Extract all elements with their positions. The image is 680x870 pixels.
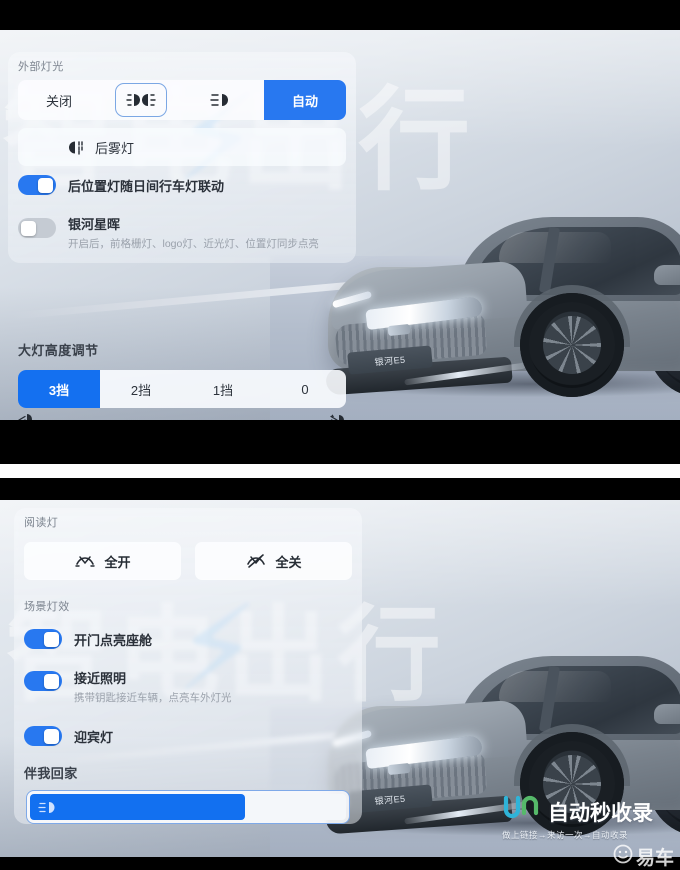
- lights-off-icon: [245, 553, 267, 569]
- headlight-level-0[interactable]: 0: [264, 370, 346, 408]
- reading-light-all-off-button[interactable]: 全关: [195, 542, 352, 580]
- headlight-level-0-label: 0: [301, 381, 309, 397]
- license-plate-text: 银河E5: [374, 792, 406, 806]
- car-hmi-screenshot-bottom: 智电出行 ⚡ 银河E5: [0, 500, 680, 857]
- headlight-level-1[interactable]: 1挡: [182, 370, 264, 408]
- front-wheel: [520, 292, 624, 397]
- reading-light-buttons: 全开 全关: [14, 536, 362, 584]
- light-mode-segmented-control[interactable]: 关闭 自动: [18, 80, 346, 120]
- exterior-lighting-panel: 外部灯光 关闭 自动 后雾灯 后位置灯随日间行车灯联动 银河星晖 开启后，前格栅…: [8, 52, 356, 263]
- galaxy-starlight-row[interactable]: 银河星晖 开启后，前格栅灯、logo灯、近光灯、位置灯同步点亮: [8, 202, 356, 263]
- drl-link-row[interactable]: 后位置灯随日间行车灯联动: [8, 166, 356, 202]
- scene-welcome-row[interactable]: 迎宾灯: [14, 712, 362, 753]
- light-mode-auto-button[interactable]: 自动: [264, 80, 346, 120]
- toggle-knob: [38, 177, 53, 193]
- light-mode-position-button[interactable]: [100, 80, 182, 120]
- light-mode-auto-label: 自动: [291, 93, 318, 109]
- car-hmi-screenshot-top: 智电出行 ⚡ 银河E5: [0, 30, 680, 420]
- scene-welcome-label: 迎宾灯: [74, 729, 114, 745]
- galaxy-starlight-toggle[interactable]: [18, 218, 56, 238]
- galaxy-starlight-text-block: 银河星晖 开启后，前格栅灯、logo灯、近光灯、位置灯同步点亮: [68, 214, 319, 251]
- side-mirror: [654, 264, 680, 285]
- light-mode-lowbeam-button[interactable]: [182, 80, 264, 120]
- toggle-knob: [44, 631, 59, 647]
- scene-approach-row[interactable]: 接近照明 携带钥匙接近车辆，点亮车外灯光: [14, 656, 362, 712]
- scene-door-open-toggle[interactable]: [24, 629, 62, 649]
- follow-me-home-slider-track[interactable]: [244, 794, 346, 820]
- rear-fog-light-label: 后雾灯: [95, 140, 135, 156]
- screenshot-stage: 智电出行 ⚡ 银河E5: [0, 0, 680, 869]
- headlight-height-panel: 大灯高度调节 3挡 2挡 1挡 0: [8, 330, 356, 420]
- headlight-level-2[interactable]: 2挡: [100, 370, 182, 408]
- headlight-level-1-label: 1挡: [212, 382, 234, 398]
- scene-welcome-toggle[interactable]: [24, 726, 62, 746]
- headlight-down-icon: [16, 412, 36, 420]
- brand-badge: [387, 323, 411, 336]
- letterbox-middle-upper: [0, 420, 680, 464]
- headlight-level-3-label: 3挡: [48, 382, 70, 398]
- scene-lighting-label: 场景灯效: [24, 601, 70, 613]
- letterbox-top: [0, 0, 680, 30]
- side-mirror: [654, 703, 680, 724]
- rear-fog-light-icon: [66, 140, 88, 155]
- scene-door-open-label: 开门点亮座舱: [74, 632, 153, 648]
- toggle-knob: [21, 220, 36, 236]
- reading-light-all-on-label: 全开: [104, 554, 131, 570]
- follow-me-home-label: 伴我回家: [24, 766, 78, 781]
- galaxy-starlight-sublabel: 开启后，前格栅灯、logo灯、近光灯、位置灯同步点亮: [68, 238, 319, 250]
- scene-approach-label: 接近照明: [74, 671, 127, 686]
- letterbox-middle-lower: [0, 478, 680, 500]
- brand-badge: [387, 762, 411, 775]
- low-beam-icon: [210, 92, 236, 108]
- lights-on-icon: [74, 553, 96, 569]
- scene-approach-text-block: 接近照明 携带钥匙接近车辆，点亮车外灯光: [74, 668, 232, 705]
- license-plate-text: 银河E5: [374, 353, 406, 367]
- light-mode-off-button[interactable]: 关闭: [18, 80, 100, 120]
- low-beam-icon: [38, 801, 58, 814]
- reading-light-label: 阅读灯: [24, 517, 59, 529]
- toggle-knob: [44, 728, 59, 744]
- headlight-direction-icons: [8, 408, 356, 420]
- scene-approach-sublabel: 携带钥匙接近车辆，点亮车外灯光: [74, 692, 232, 704]
- front-wheel: [520, 731, 624, 836]
- scene-approach-toggle[interactable]: [24, 671, 62, 691]
- interior-lighting-panel: 阅读灯 全开 全关 场景灯效 开门点亮座舱 接近照明 携带钥匙接近车辆，点亮车外…: [14, 508, 362, 824]
- scene-door-open-row[interactable]: 开门点亮座舱: [14, 620, 362, 656]
- suv-car: 银河E5: [308, 192, 680, 397]
- light-mode-off-label: 关闭: [45, 93, 72, 109]
- follow-me-home-slider[interactable]: [26, 790, 350, 824]
- exterior-lighting-label: 外部灯光: [18, 61, 64, 73]
- headlight-level-3[interactable]: 3挡: [18, 370, 100, 408]
- drl-link-label: 后位置灯随日间行车灯联动: [68, 178, 225, 194]
- galaxy-starlight-label: 银河星晖: [68, 217, 121, 232]
- headlight-level-2-label: 2挡: [130, 382, 152, 398]
- headlight-height-selector[interactable]: 3挡 2挡 1挡 0: [18, 370, 346, 408]
- suv-car: 银河E5: [308, 631, 680, 836]
- position-light-icon: [126, 92, 156, 108]
- headlight-up-icon: [328, 412, 348, 420]
- drl-link-toggle[interactable]: [18, 175, 56, 195]
- follow-me-home-slider-fill[interactable]: [30, 794, 245, 820]
- reading-light-all-off-label: 全关: [275, 554, 302, 570]
- toggle-knob: [44, 673, 59, 689]
- letterbox-white-strip: [0, 464, 680, 478]
- reading-light-all-on-button[interactable]: 全开: [24, 542, 181, 580]
- rear-fog-light-row[interactable]: 后雾灯: [18, 128, 346, 166]
- headlight-height-label: 大灯高度调节: [18, 343, 99, 358]
